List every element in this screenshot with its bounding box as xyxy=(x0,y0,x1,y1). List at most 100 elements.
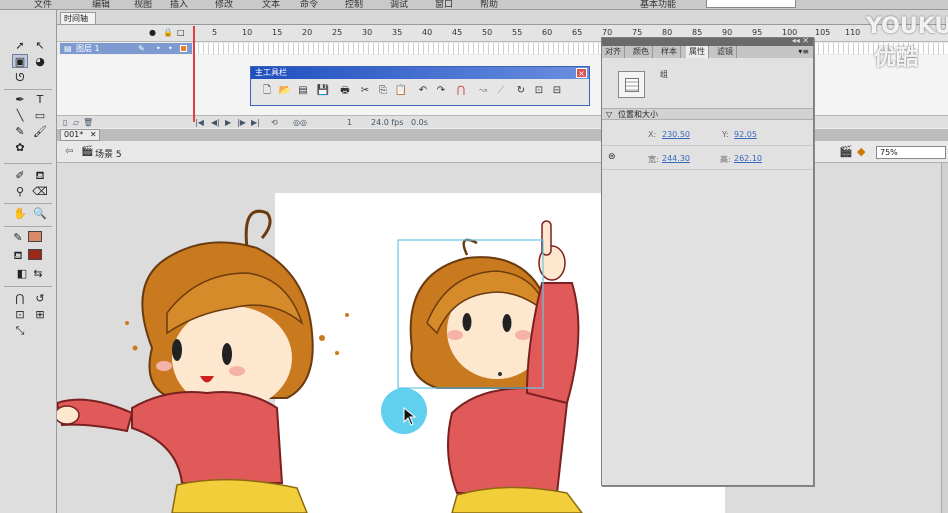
search-input[interactable] xyxy=(706,0,796,8)
hand-tool-icon[interactable]: ✋ xyxy=(12,206,28,220)
panel-menu-icon[interactable]: ◂◂ ✕ xyxy=(792,36,809,45)
menu-insert[interactable]: 插入 xyxy=(170,0,188,10)
menu-modify[interactable]: 修改 xyxy=(215,0,233,10)
menu-text[interactable]: 文本 xyxy=(262,0,280,10)
lasso-tool-icon[interactable]: ᘎ xyxy=(12,70,28,84)
scale-icon[interactable]: ⤡ xyxy=(12,323,28,337)
tab-filters[interactable]: 滤镜 xyxy=(714,46,737,58)
text-tool-icon[interactable]: T xyxy=(32,92,48,106)
first-frame-icon[interactable]: |◀ xyxy=(195,118,204,127)
stroke-color-swatch[interactable] xyxy=(28,231,42,242)
tab-align[interactable]: 对齐 xyxy=(602,46,625,58)
menu-edit[interactable]: 编辑 xyxy=(92,0,110,10)
panel-options-icon[interactable]: ▾≡ xyxy=(798,47,809,56)
tab-timeline[interactable]: 时间轴 xyxy=(60,12,96,24)
deco-tool-icon[interactable]: ✿ xyxy=(12,140,28,154)
toolbar-close-button[interactable]: × xyxy=(576,68,587,78)
new-file-icon[interactable]: 🗋 xyxy=(259,83,275,99)
prev-frame-icon[interactable]: ◀| xyxy=(211,118,220,127)
document-tab[interactable]: 001* ✕ xyxy=(60,129,100,141)
black-white-icon[interactable]: ◧ xyxy=(14,266,30,280)
lock-icon[interactable]: 🔒 xyxy=(163,28,173,37)
last-frame-icon[interactable]: ▶| xyxy=(251,118,260,127)
print-icon[interactable]: 🖶 xyxy=(337,83,353,99)
lock-dot-icon[interactable]: • xyxy=(168,43,173,54)
subselection-tool-icon[interactable]: ↖ xyxy=(32,38,48,52)
edit-symbol-icon[interactable]: ◆ xyxy=(857,145,865,158)
redo-icon[interactable]: ↷ xyxy=(433,83,449,99)
free-transform-tool-icon[interactable]: ▣ xyxy=(12,54,28,68)
line-tool-icon[interactable]: ╲ xyxy=(12,108,28,122)
undo-icon[interactable]: ↶ xyxy=(415,83,431,99)
x-value[interactable]: 230.50 xyxy=(662,130,690,139)
height-value[interactable]: 262.10 xyxy=(734,154,762,163)
back-arrow-icon[interactable]: ⇦ xyxy=(65,146,73,157)
zoom-select[interactable]: 75% xyxy=(876,146,946,159)
paste-icon[interactable]: 📋 xyxy=(393,83,409,99)
visible-dot-icon[interactable]: • xyxy=(156,43,161,54)
gradient-transform-tool-icon[interactable]: ◕ xyxy=(32,54,48,68)
width-value[interactable]: 244.30 xyxy=(662,154,690,163)
layer-row[interactable]: ▤ 图层 1 ✎ • • xyxy=(60,43,192,54)
pen-tool-icon[interactable]: ✒ xyxy=(12,92,28,106)
playhead[interactable] xyxy=(193,26,195,122)
scale-icon[interactable]: ⊡ xyxy=(531,83,547,99)
girl-left-illustration[interactable] xyxy=(57,209,349,513)
vertical-scrollbar[interactable] xyxy=(941,163,948,513)
straighten-icon[interactable]: ⊡ xyxy=(12,307,28,321)
panel-grip-bar[interactable]: ◂◂ ✕ xyxy=(602,36,813,46)
menu-help[interactable]: 帮助 xyxy=(480,0,498,10)
girl-right-illustration[interactable] xyxy=(409,220,583,513)
fill-color-swatch[interactable] xyxy=(28,249,42,260)
menu-commands[interactable]: 命令 xyxy=(300,0,318,10)
frames-strip[interactable] xyxy=(194,43,948,54)
next-frame-icon[interactable]: |▶ xyxy=(237,118,246,127)
toolbar-titlebar[interactable]: 主工具栏 × xyxy=(251,67,589,79)
eraser-tool-icon[interactable]: ⌫ xyxy=(32,184,48,198)
straighten-icon[interactable]: ⟋ xyxy=(493,83,509,99)
copy-icon[interactable]: ⎘ xyxy=(375,83,391,99)
brush-tool-icon[interactable]: 🖌 xyxy=(32,124,48,138)
tab-swatches[interactable]: 样本 xyxy=(658,46,681,58)
smooth-icon[interactable]: ↺ xyxy=(32,291,48,305)
close-icon[interactable]: ✕ xyxy=(90,130,97,139)
loop-icon[interactable]: ⟲ xyxy=(271,118,278,127)
cut-icon[interactable]: ✂ xyxy=(357,83,373,99)
new-folder-icon[interactable]: ▱ xyxy=(73,118,79,127)
ink-bottle-tool-icon[interactable]: ✐ xyxy=(12,168,28,182)
rotate-icon[interactable]: ↻ xyxy=(513,83,529,99)
menu-file[interactable]: 文件 xyxy=(34,0,52,10)
eye-icon[interactable]: ● xyxy=(149,28,156,37)
save-icon[interactable]: 💾 xyxy=(315,83,331,99)
smooth-icon[interactable]: ↝ xyxy=(475,83,491,99)
workspace-switcher[interactable]: 基本功能 xyxy=(640,0,676,10)
menu-view[interactable]: 视图 xyxy=(134,0,152,10)
menu-window[interactable]: 窗口 xyxy=(435,0,453,10)
bridge-icon[interactable]: ▤ xyxy=(295,83,311,99)
new-layer-icon[interactable]: ▯ xyxy=(63,118,67,127)
open-file-icon[interactable]: 📂 xyxy=(277,83,293,99)
menu-control[interactable]: 控制 xyxy=(345,0,363,10)
pencil-tool-icon[interactable]: ✎ xyxy=(12,124,28,138)
menu-debug[interactable]: 调试 xyxy=(390,0,408,10)
position-size-section-header[interactable]: 位置和大小 xyxy=(602,108,813,120)
tab-color[interactable]: 颜色 xyxy=(630,46,653,58)
swap-colors-icon[interactable]: ⇆ xyxy=(30,266,46,280)
play-icon[interactable]: ▶ xyxy=(225,118,231,127)
selection-tool-icon[interactable]: ➚ xyxy=(12,38,28,52)
onion-skin-icon[interactable]: ◎◎ xyxy=(293,118,307,127)
tab-properties[interactable]: 属性 xyxy=(686,46,709,58)
rectangle-tool-icon[interactable]: ▭ xyxy=(32,108,48,122)
align-icon[interactable]: ⊟ xyxy=(549,83,565,99)
lock-proportions-icon[interactable]: ⊜ xyxy=(608,152,616,162)
edit-scene-icon[interactable]: 🎬 xyxy=(839,145,853,158)
frame-rate[interactable]: 24.0 fps xyxy=(371,118,403,127)
delete-layer-icon[interactable]: 🗑 xyxy=(83,118,93,127)
eyedropper-tool-icon[interactable]: ⚲ xyxy=(12,184,28,198)
paint-bucket-tool-icon[interactable]: ⛾ xyxy=(32,168,48,182)
y-value[interactable]: 92.05 xyxy=(734,130,757,139)
rotate-skew-icon[interactable]: ⊞ xyxy=(32,307,48,321)
zoom-tool-icon[interactable]: 🔍 xyxy=(32,206,48,220)
layer-color-icon[interactable] xyxy=(180,45,187,52)
snap-to-objects-icon[interactable]: ⋂ xyxy=(453,83,469,99)
